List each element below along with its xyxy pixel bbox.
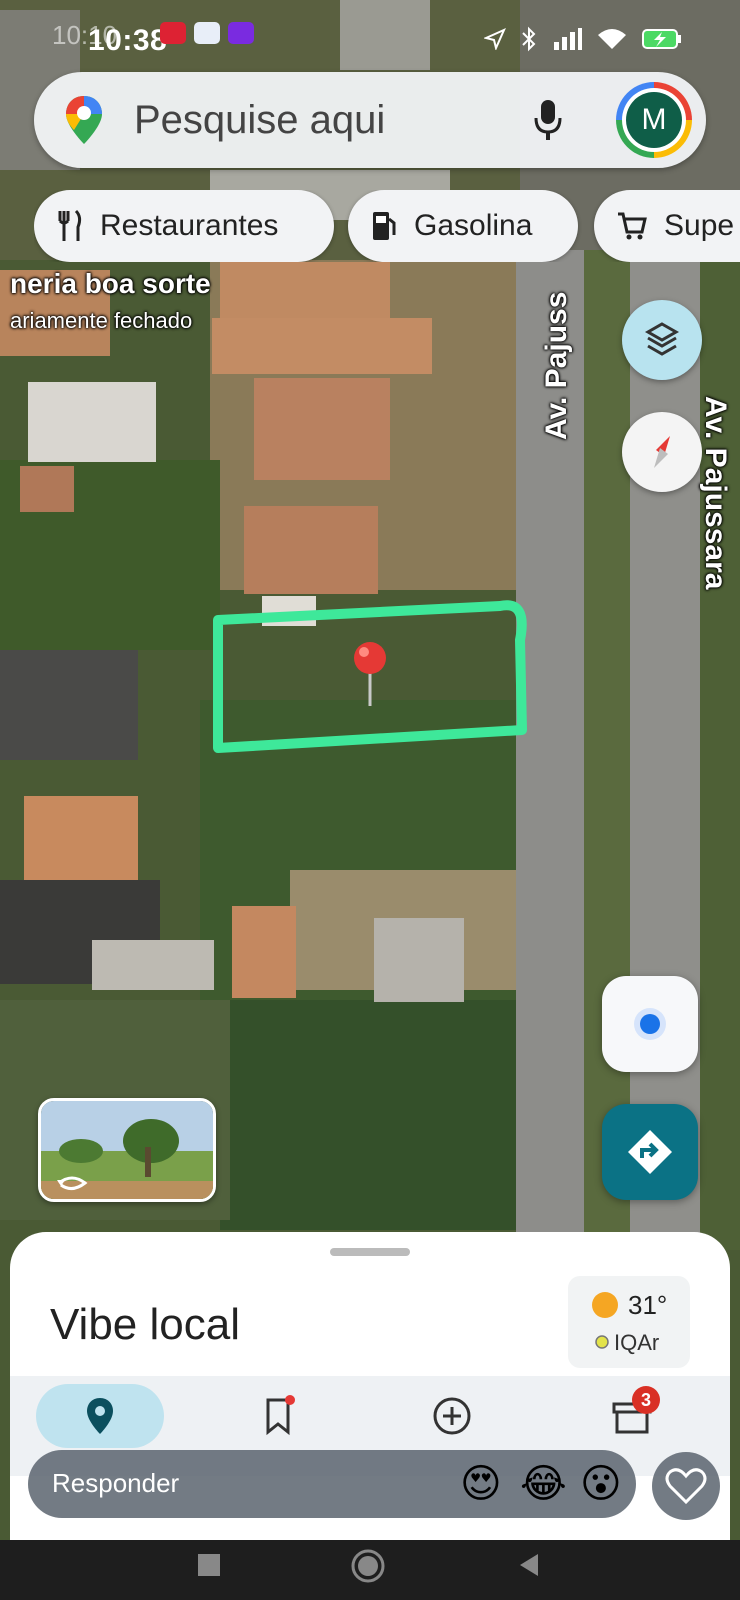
street-label-right: Av. Pajussara — [699, 396, 732, 590]
like-button[interactable] — [652, 1452, 720, 1520]
search-bar[interactable]: Pesquise aqui M — [34, 72, 706, 168]
reply-input[interactable]: Responder — [52, 1468, 179, 1499]
wifi-icon — [598, 29, 626, 49]
chip-gasolina[interactable]: Gasolina — [348, 190, 578, 262]
chip-restaurantes[interactable]: Restaurantes — [34, 190, 334, 262]
bookmark-icon — [266, 1395, 295, 1436]
compass-icon — [654, 436, 670, 468]
search-input[interactable]: Pesquise aqui — [134, 98, 385, 143]
nav-contribute[interactable] — [430, 1394, 474, 1438]
rotate-360-icon — [57, 1176, 88, 1190]
chip-supermercados[interactable]: Supe — [594, 190, 740, 262]
chip-label: Supe — [664, 209, 735, 242]
surprised-emoji[interactable]: 😮 — [580, 1460, 622, 1508]
nav-saved[interactable] — [260, 1394, 300, 1438]
battery-charging-icon — [642, 29, 681, 49]
aqi-label: IQAr — [614, 1330, 660, 1355]
home-button-icon[interactable] — [350, 1548, 386, 1584]
location-pin-icon — [87, 1398, 113, 1434]
sheet-drag-handle[interactable] — [330, 1248, 410, 1256]
my-location-icon — [634, 1008, 666, 1040]
status-time: 10:38 — [88, 24, 168, 57]
recents-button-icon[interactable] — [196, 1552, 222, 1578]
street-label-left: Av. Pajuss — [540, 291, 573, 440]
chip-label: Restaurantes — [100, 209, 279, 242]
directions-icon — [628, 1130, 672, 1174]
google-maps-pin-icon — [66, 96, 102, 144]
layers-button[interactable] — [622, 300, 702, 380]
business-badge: 3 — [632, 1386, 660, 1414]
nubank-icon — [228, 22, 254, 44]
sheet-title: Vibe local — [50, 1300, 240, 1349]
my-location-button[interactable] — [602, 976, 698, 1072]
system-status-icons — [484, 26, 682, 52]
place-name-label[interactable]: neria boa sorte — [10, 268, 211, 300]
microphone-icon[interactable] — [532, 98, 564, 142]
category-chips: Restaurantes Gasolina Supe — [34, 190, 740, 262]
place-status-label: ariamente fechado — [10, 308, 193, 333]
laughing-emoji[interactable]: 😂 — [520, 1460, 567, 1508]
app-notification-icon — [160, 22, 186, 44]
account-avatar[interactable]: M — [616, 82, 692, 158]
sun-icon — [592, 1292, 618, 1318]
directions-button[interactable] — [602, 1104, 698, 1200]
location-arrow-icon — [484, 28, 506, 50]
fork-knife-icon — [58, 209, 82, 241]
nav-business[interactable]: 3 — [610, 1386, 670, 1440]
app-notification-icon — [194, 22, 220, 44]
dropped-pin-icon[interactable] — [354, 642, 386, 674]
system-navigation-bar — [0, 1540, 740, 1600]
nav-explore[interactable] — [36, 1384, 164, 1448]
bluetooth-icon — [522, 26, 536, 52]
signal-icon — [554, 28, 582, 50]
weather-temperature: 31° — [628, 1290, 668, 1320]
heart-eyes-emoji[interactable]: 😍 — [460, 1460, 502, 1508]
gas-station-icon — [373, 212, 396, 240]
avatar-letter: M — [626, 92, 682, 148]
layers-icon — [644, 322, 680, 356]
status-bar: 10:10 10:38 — [0, 0, 740, 80]
cart-icon — [618, 212, 647, 240]
chip-label: Gasolina — [414, 209, 533, 242]
street-view-thumbnail[interactable] — [38, 1098, 216, 1202]
plus-circle-icon — [433, 1397, 471, 1435]
compass-button[interactable] — [622, 412, 702, 492]
aqi-dot-icon — [595, 1335, 609, 1349]
reply-bar[interactable]: Responder 😍 😂 😮 — [28, 1450, 636, 1518]
weather-card[interactable]: 31° IQAr — [568, 1276, 690, 1368]
notification-icons — [160, 22, 254, 44]
back-button-icon[interactable] — [516, 1552, 542, 1578]
heart-icon — [665, 1468, 707, 1505]
